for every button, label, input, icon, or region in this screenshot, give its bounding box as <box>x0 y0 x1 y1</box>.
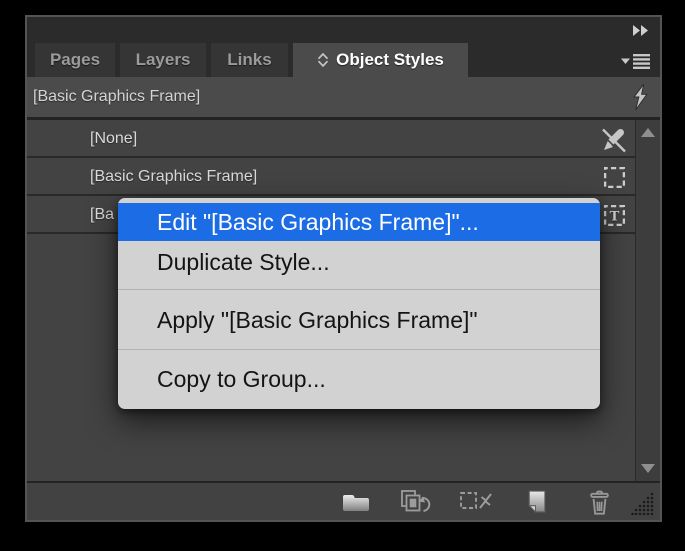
menu-separator <box>118 289 600 290</box>
tab-layers-label: Layers <box>135 50 191 69</box>
screen: Pages Layers Links Object Styles [Basic … <box>0 0 685 551</box>
collapse-panel-icon[interactable] <box>631 25 651 36</box>
grip-dots-icon <box>631 492 654 516</box>
style-row-partially-hidden-label: [Ba <box>90 206 115 223</box>
folder-icon <box>343 495 369 511</box>
menu-item-copy-to-group[interactable]: Copy to Group... <box>118 357 600 401</box>
trash-icon <box>590 490 609 515</box>
tab-pages-label: Pages <box>49 50 101 69</box>
clear-attributes-button[interactable] <box>459 489 493 518</box>
tab-object-styles-label: Object Styles <box>336 50 444 69</box>
create-new-style-button[interactable] <box>523 489 548 519</box>
menu-item-edit-style[interactable]: Edit "[Basic Graphics Frame]"... <box>118 203 600 241</box>
tab-links[interactable]: Links <box>211 43 288 77</box>
panel-toolbar <box>27 481 660 520</box>
scroll-down-icon[interactable] <box>641 464 655 473</box>
scrollbar[interactable] <box>635 120 660 481</box>
clear-overrides-icon <box>401 490 431 512</box>
panel-title-strip <box>27 17 660 43</box>
resize-grip[interactable] <box>631 491 655 520</box>
tab-pages[interactable]: Pages <box>35 43 115 77</box>
quick-apply-lightning-icon[interactable] <box>632 84 649 112</box>
context-menu: Edit "[Basic Graphics Frame]"... Duplica… <box>118 198 600 409</box>
style-row-none[interactable]: [None] <box>27 120 635 158</box>
applied-style-field: [Basic Graphics Frame] <box>27 77 660 120</box>
text-frame-icon: T <box>603 204 626 227</box>
menu-item-duplicate-style[interactable]: Duplicate Style... <box>118 241 600 283</box>
scroll-up-icon[interactable] <box>641 128 655 137</box>
clear-attributes-icon <box>460 492 492 509</box>
applied-style-value: [Basic Graphics Frame] <box>33 88 201 105</box>
delete-style-button[interactable] <box>587 489 612 521</box>
style-row-basic-graphics-frame-label: [Basic Graphics Frame] <box>90 168 258 185</box>
diamond-icon <box>318 53 329 67</box>
tab-layers[interactable]: Layers <box>120 43 206 77</box>
create-style-group-button[interactable] <box>341 489 371 518</box>
clear-overrides-button[interactable] <box>399 489 433 520</box>
graphics-frame-icon <box>603 166 626 189</box>
menu-item-apply-style[interactable]: Apply "[Basic Graphics Frame]" <box>118 297 600 343</box>
tab-links-label: Links <box>227 50 272 69</box>
tab-object-styles[interactable]: Object Styles <box>293 43 468 77</box>
style-row-none-label: [None] <box>90 130 138 147</box>
pen-slash-icon <box>602 128 626 153</box>
panel-menu-icon[interactable] <box>621 53 650 69</box>
svg-text:T: T <box>610 210 620 225</box>
panel-tab-bar: Pages Layers Links Object Styles <box>27 43 660 77</box>
style-row-basic-graphics-frame[interactable]: [Basic Graphics Frame] <box>27 158 635 196</box>
menu-separator <box>118 349 600 350</box>
new-style-icon <box>527 490 546 514</box>
